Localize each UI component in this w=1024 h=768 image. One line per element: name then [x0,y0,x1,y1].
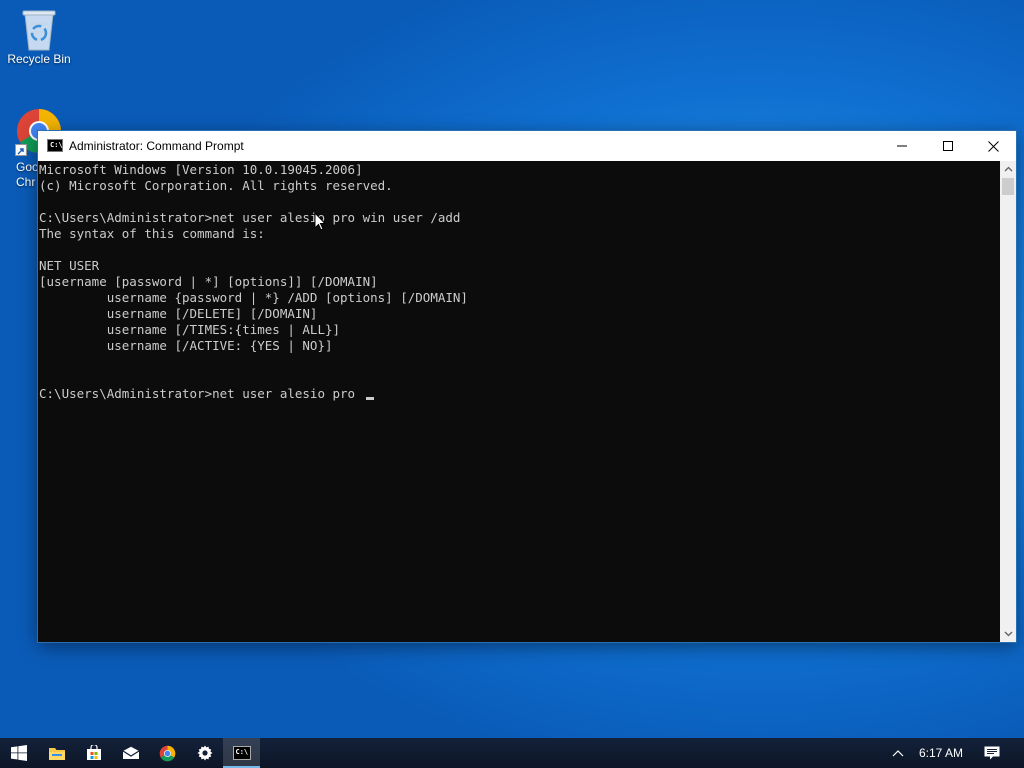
settings-icon [197,745,212,761]
console-line: C:\Users\Administrator>net user alesio p… [39,210,461,225]
close-icon [987,140,999,152]
taskbar-chrome[interactable] [149,738,186,768]
maximize-icon [943,141,953,151]
window-title: Administrator: Command Prompt [69,139,244,153]
windows-start-icon [10,745,27,761]
mouse-pointer-icon [314,212,326,231]
cmd-icon: C:\ [47,139,63,152]
console-line: username {password | *} /ADD [options] [… [39,290,468,305]
chevron-up-icon [892,749,904,756]
taskbar-file-explorer[interactable] [38,738,75,768]
action-center-button[interactable] [975,738,1009,768]
taskbar-store[interactable] [75,738,112,768]
start-button[interactable] [0,738,37,768]
command-prompt-window[interactable]: C:\ Administrator: Command Prompt Micros… [38,131,1016,642]
console-line: The syntax of this command is: [39,226,265,241]
show-hidden-icons-button[interactable] [885,738,911,768]
console-input-text: C:\Users\Administrator>net user alesio p… [39,386,363,401]
shortcut-arrow-icon [15,144,27,156]
window-titlebar[interactable]: C:\ Administrator: Command Prompt [38,131,1016,161]
desktop-icon-recycle-bin[interactable]: Recycle Bin [1,6,77,66]
console-line: NET USER [39,258,100,273]
scroll-up-button[interactable] [1000,161,1016,177]
console-output[interactable]: Microsoft Windows [Version 10.0.19045.20… [38,161,1000,642]
mail-icon [122,746,139,759]
minimize-button[interactable] [879,131,925,161]
chevron-up-icon [1004,166,1012,172]
cmd-icon: C:\ [232,746,251,760]
console-line: Microsoft Windows [Version 10.0.19045.20… [39,162,363,177]
console-line: (c) Microsoft Corporation. All rights re… [39,178,393,193]
console-line: username [/ACTIVE: {YES | NO}] [39,338,333,353]
recycle-bin-label: Recycle Bin [7,52,71,66]
chevron-down-icon [1004,631,1012,637]
taskbar: C:\ 6:17 AM [0,738,1024,768]
maximize-button[interactable] [925,131,971,161]
file-explorer-icon [48,747,65,760]
vertical-scrollbar[interactable] [1000,161,1016,642]
console-line: [username [password | *] [options]] [/DO… [39,274,378,289]
scroll-down-button[interactable] [1000,626,1016,642]
taskbar-clock[interactable]: 6:17 AM [914,746,968,760]
text-cursor [365,397,374,400]
notifications-icon [984,746,1000,760]
taskbar-mail[interactable] [112,738,149,768]
close-button[interactable] [970,131,1016,161]
taskbar-settings[interactable] [186,738,223,768]
console-prompt-line[interactable]: C:\Users\Administrator>net user alesio p… [39,386,374,402]
store-icon [86,745,101,760]
minimize-icon [897,145,907,147]
console-line: username [/TIMES:{times | ALL}] [39,322,341,337]
scrollbar-thumb[interactable] [1002,178,1014,195]
taskbar-command-prompt[interactable]: C:\ [223,738,260,768]
recycle-bin-icon [19,6,59,52]
console-line: username [/DELETE] [/DOMAIN] [39,306,318,321]
chrome-icon [159,745,176,761]
